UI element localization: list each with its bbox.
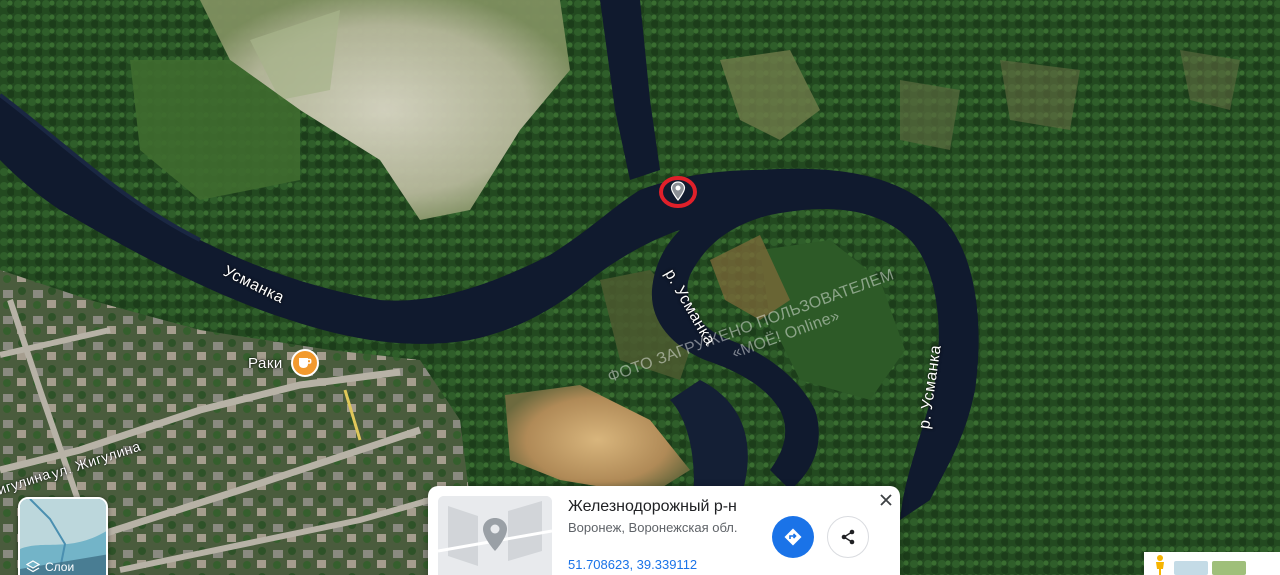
- cafe-icon[interactable]: [291, 349, 319, 377]
- place-title: Железнодорожный р-н: [568, 498, 737, 515]
- map-thumbnail-1[interactable]: [1174, 561, 1208, 575]
- place-coordinates[interactable]: 51.708623, 39.339112: [568, 557, 697, 572]
- close-button[interactable]: [876, 490, 896, 510]
- directions-button[interactable]: [772, 516, 814, 558]
- close-icon: [880, 494, 892, 506]
- share-icon: [841, 529, 855, 545]
- share-button[interactable]: [827, 516, 869, 558]
- place-info-card[interactable]: Железнодорожный р-н Воронеж, Воронежская…: [428, 486, 900, 575]
- location-marker[interactable]: [658, 174, 698, 210]
- directions-icon: [784, 528, 802, 546]
- layers-button[interactable]: Слои: [18, 497, 108, 575]
- poi-label[interactable]: Раки: [248, 355, 283, 372]
- pegman-icon[interactable]: [1150, 554, 1170, 575]
- place-subtitle: Воронеж, Воронежская обл.: [568, 520, 738, 535]
- bottom-right-controls: [1144, 552, 1280, 575]
- layers-icon: [26, 560, 40, 573]
- place-thumbnail[interactable]: [438, 496, 552, 575]
- layers-label: Слои: [45, 560, 75, 574]
- map-thumbnail-2[interactable]: [1212, 561, 1246, 575]
